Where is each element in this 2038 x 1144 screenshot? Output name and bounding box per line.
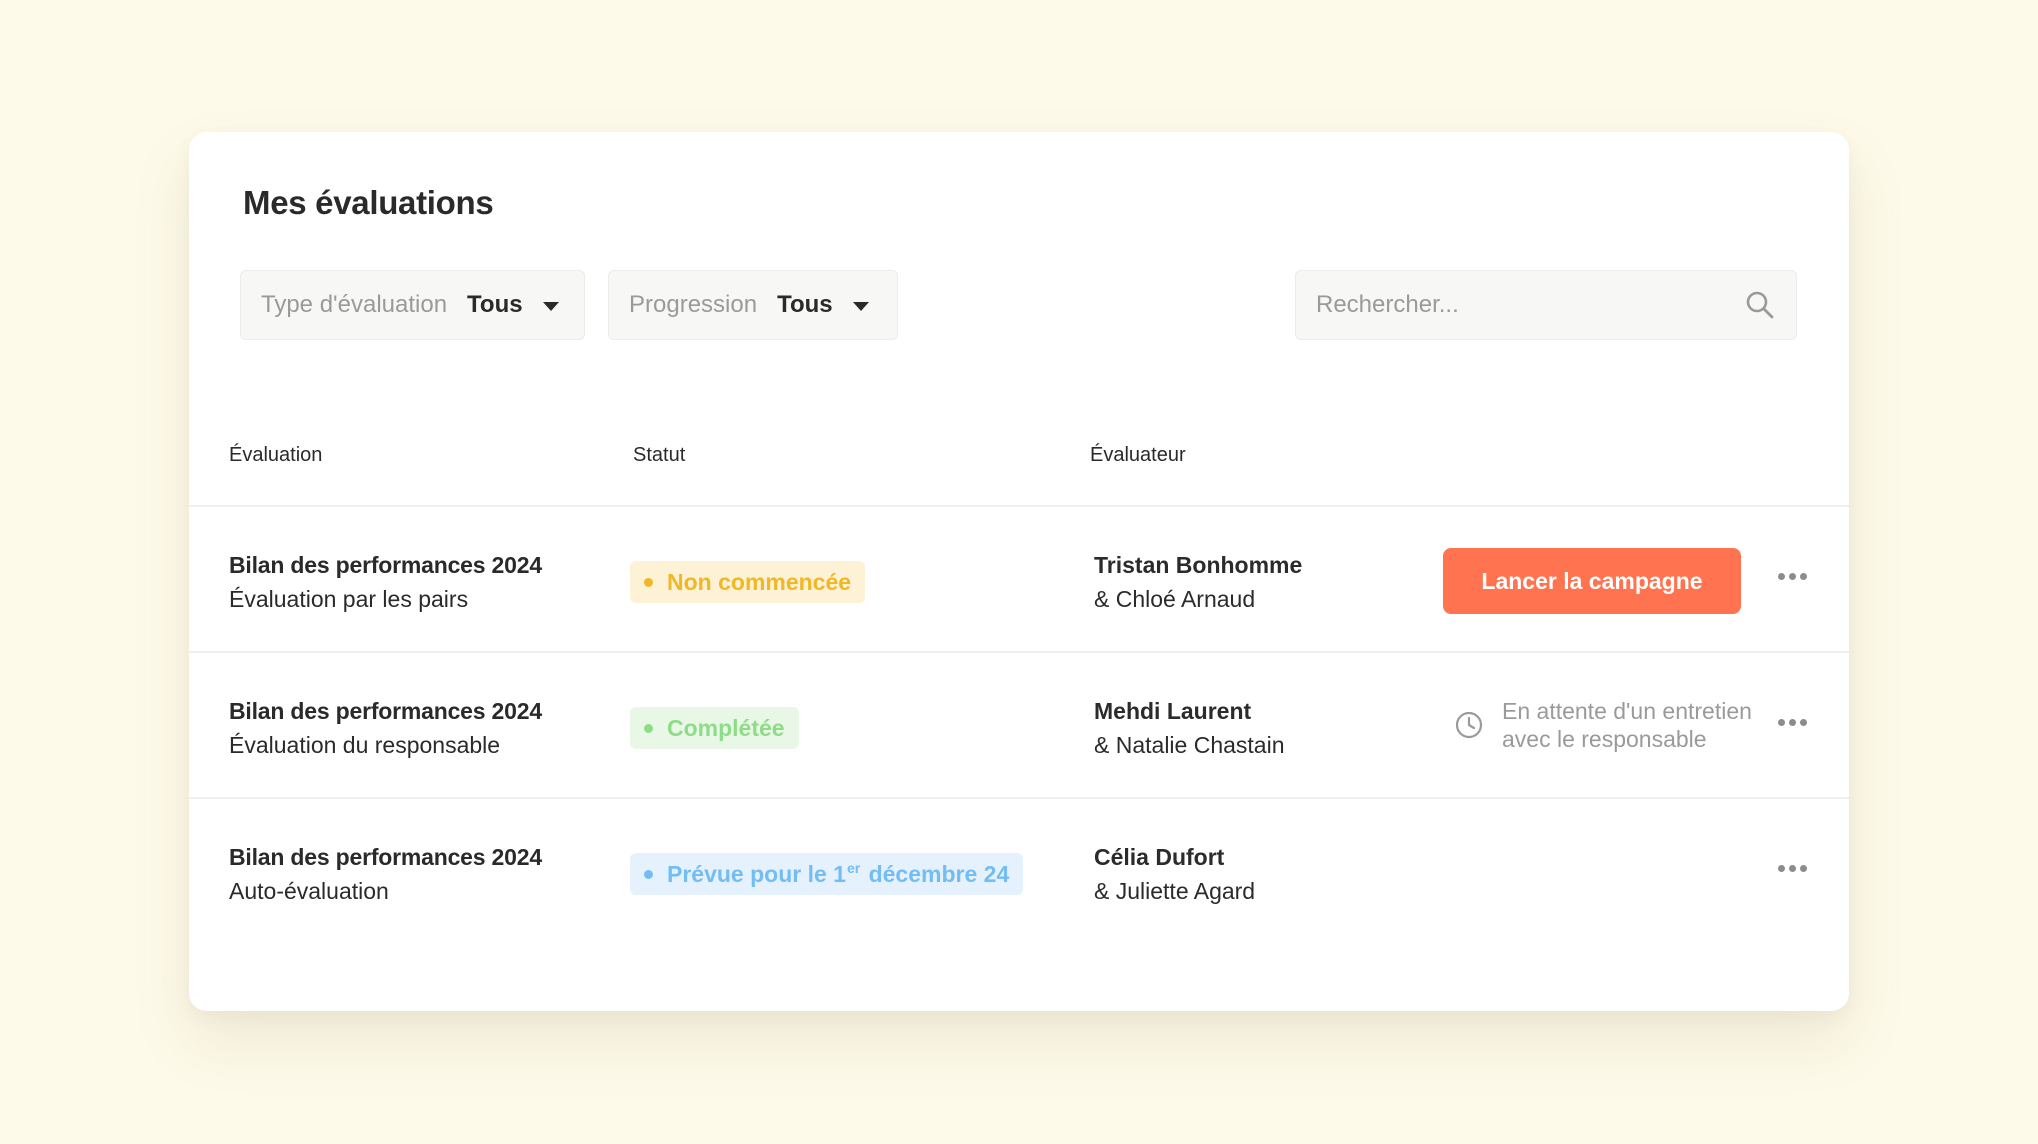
evaluator-name: Tristan Bonhomme	[1094, 552, 1303, 578]
search-input[interactable]	[1316, 291, 1744, 319]
status-label-superscript: er	[846, 860, 861, 876]
column-header-status: Statut	[633, 444, 686, 466]
table-row[interactable]: Bilan des performances 2024 Évaluation p…	[189, 506, 1849, 651]
pending-label: En attente d'un entretien avec le respon…	[1502, 698, 1752, 752]
status-dot	[644, 723, 653, 733]
filter-type-label: Type d'évaluation	[261, 291, 448, 318]
filter-progression-value: Tous	[777, 291, 833, 318]
evaluation-cell: Bilan des performances 2024 Évaluation p…	[229, 548, 542, 616]
evaluation-title: Bilan des performances 2024	[229, 698, 542, 724]
table-row[interactable]: Bilan des performances 2024 Évaluation d…	[189, 652, 1849, 797]
table-row[interactable]: Bilan des performances 2024 Auto-évaluat…	[189, 798, 1849, 943]
evaluator-cell: Célia Dufort & Juliette Agard	[1094, 840, 1255, 908]
status-label-prefix: Prévue pour le 1	[667, 860, 846, 887]
filter-type-value: Tous	[467, 291, 523, 318]
status-label-suffix: décembre 24	[862, 860, 1010, 887]
page-title: Mes évaluations	[243, 184, 494, 221]
status-badge: Non commencée	[630, 561, 866, 603]
evaluation-subtitle: Évaluation par les pairs	[229, 586, 469, 612]
column-header-evaluator: Évaluateur	[1090, 444, 1186, 466]
status-label: Non commencée	[667, 568, 852, 595]
evaluator-name: Célia Dufort	[1094, 844, 1225, 870]
evaluator-name: Mehdi Laurent	[1094, 698, 1252, 724]
status-badge: Prévue pour le 1 er décembre 24	[630, 853, 1024, 895]
search-box	[1295, 270, 1797, 340]
evaluator-cell: Tristan Bonhomme & Chloé Arnaud	[1094, 548, 1302, 616]
status-dot	[644, 869, 653, 879]
filter-evaluation-type[interactable]: Type d'évaluation Tous	[240, 270, 585, 340]
more-horizontal-icon[interactable]	[1774, 715, 1811, 730]
column-header-evaluation: Évaluation	[229, 444, 323, 466]
filter-progression-label: Progression	[629, 291, 758, 318]
more-horizontal-icon[interactable]	[1774, 569, 1811, 584]
status-dot	[644, 577, 653, 587]
evaluator-cell: Mehdi Laurent & Natalie Chastain	[1094, 694, 1285, 762]
evaluation-cell: Bilan des performances 2024 Auto-évaluat…	[229, 840, 542, 908]
evaluation-title: Bilan des performances 2024	[229, 844, 542, 870]
caret-down-icon	[542, 301, 559, 311]
launch-campaign-button[interactable]: Lancer la campagne	[1443, 548, 1741, 614]
status-label: Complétée	[667, 714, 785, 741]
caret-down-icon	[852, 301, 869, 311]
co-evaluator-name: & Natalie Chastain	[1094, 732, 1285, 758]
evaluation-subtitle: Auto-évaluation	[229, 878, 389, 904]
co-evaluator-name: & Chloé Arnaud	[1094, 586, 1256, 612]
evaluations-card: Mes évaluations Type d'évaluation Tous P…	[189, 132, 1849, 1011]
search-icon[interactable]	[1744, 289, 1776, 321]
co-evaluator-name: & Juliette Agard	[1094, 878, 1256, 904]
clock-icon	[1455, 711, 1483, 739]
evaluation-title: Bilan des performances 2024	[229, 552, 542, 578]
more-horizontal-icon[interactable]	[1774, 861, 1811, 876]
evaluation-subtitle: Évaluation du responsable	[229, 732, 501, 758]
filter-progression[interactable]: Progression Tous	[608, 270, 898, 340]
pending-interview-status: En attente d'un entretien avec le respon…	[1454, 697, 1772, 753]
evaluation-cell: Bilan des performances 2024 Évaluation d…	[229, 694, 542, 762]
status-badge: Complétée	[630, 707, 799, 749]
